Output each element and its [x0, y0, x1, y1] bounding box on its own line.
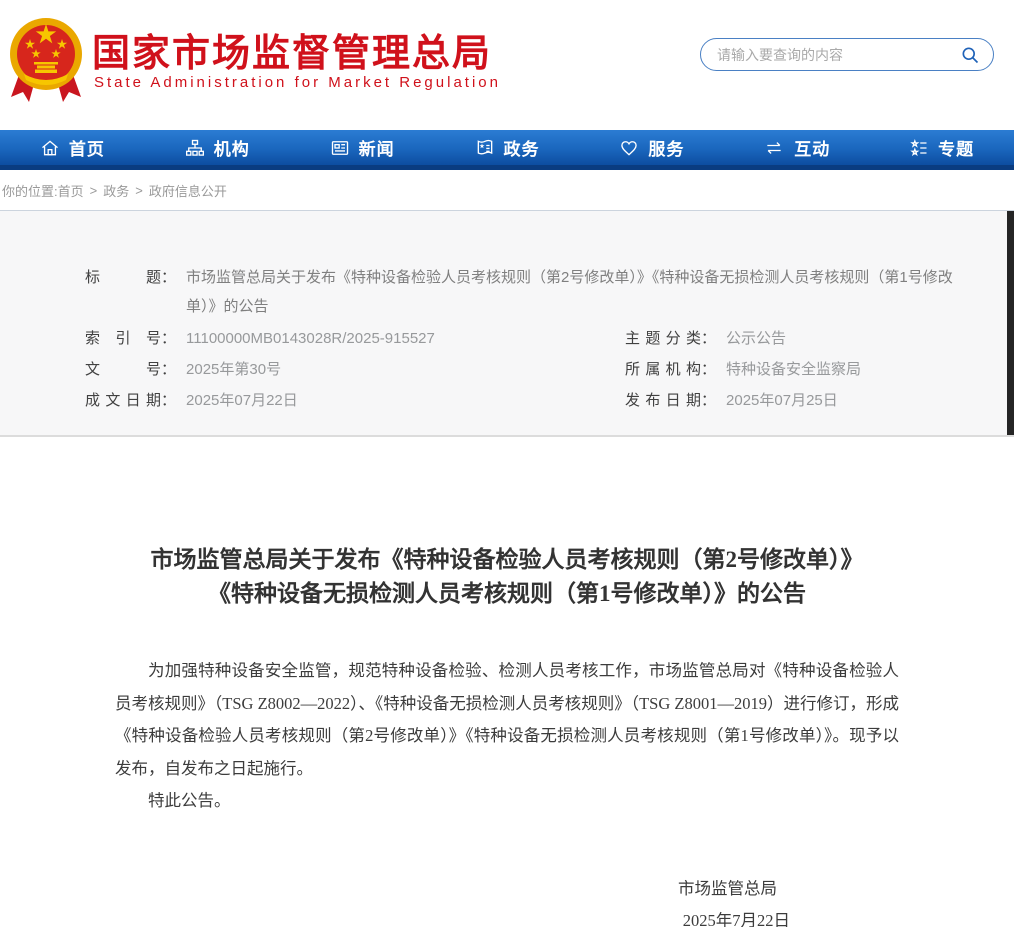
- meta-colon: ：: [161, 385, 176, 416]
- document-title-line1: 市场监管总局关于发布《特种设备检验人员考核规则（第2号修改单）》: [0, 543, 1014, 577]
- meta-label-doc-number: 文号: [85, 354, 161, 385]
- meta-row-3: 成文日期 ： 2025年07月22日 发布日期 ： 2025年07月25日: [85, 385, 954, 416]
- meta-colon: ：: [161, 323, 176, 354]
- nav-label: 新闻: [359, 135, 395, 160]
- nav-label: 服务: [648, 135, 684, 160]
- meta-value-title: 市场监管总局关于发布《特种设备检验人员考核规则（第2号修改单）》《特种设备无损检…: [186, 263, 954, 321]
- site-title-english: State Administration for Market Regulati…: [94, 74, 501, 91]
- search-button[interactable]: [959, 44, 981, 66]
- meta-colon: ：: [161, 263, 176, 321]
- org-icon: [185, 138, 205, 158]
- announcement-document: 市场监管总局关于发布《特种设备检验人员考核规则（第2号修改单）》 《特种设备无损…: [0, 437, 1014, 927]
- gov-icon: [475, 138, 495, 158]
- meta-value-written-date: 2025年07月22日: [186, 385, 298, 416]
- exchange-arrows-icon: [763, 138, 785, 158]
- meta-row-title: 标题 ： 市场监管总局关于发布《特种设备检验人员考核规则（第2号修改单）》《特种…: [85, 263, 954, 321]
- home-icon: [40, 138, 60, 158]
- meta-colon: ：: [161, 354, 176, 385]
- meta-value-topic-category: 公示公告: [726, 323, 786, 354]
- nav-item-interact[interactable]: 互动: [724, 130, 869, 165]
- signature-block: 市场监管总局 2025年7月22日: [0, 873, 1014, 927]
- page: 国家市场监督管理总局 State Administration for Mark…: [0, 0, 1014, 927]
- document-paragraph-1: 为加强特种设备安全监管，规范特种设备检验、检测人员考核工作，市场监管总局对《特种…: [115, 655, 899, 785]
- search-icon: [960, 45, 980, 65]
- document-title-line2: 《特种设备无损检测人员考核规则（第1号修改单）》的公告: [0, 577, 1014, 611]
- national-emblem-icon: [8, 12, 84, 106]
- breadcrumb-separator: >: [90, 183, 98, 198]
- meta-row-2: 文号 ： 2025年第30号 所属机构 ： 特种设备安全监察局: [85, 354, 954, 385]
- nav-item-gov[interactable]: 政务: [435, 130, 580, 165]
- meta-value-index-number: 11100000MB0143028R/2025-915527: [186, 323, 435, 354]
- meta-label-title: 标题: [85, 263, 161, 321]
- nav-label: 互动: [794, 135, 830, 160]
- news-icon: [330, 138, 350, 158]
- meta-label-issuing-agency: 所属机构: [625, 354, 701, 385]
- nav-item-service[interactable]: 服务: [579, 130, 724, 165]
- search-box: [700, 38, 994, 71]
- search-input[interactable]: [717, 47, 959, 63]
- heart-icon: [619, 138, 639, 158]
- meta-colon: ：: [701, 354, 716, 385]
- nav-item-news[interactable]: 新闻: [290, 130, 435, 165]
- breadcrumb-gov[interactable]: 政务: [103, 181, 129, 200]
- nav-item-home[interactable]: 首页: [0, 130, 145, 165]
- breadcrumb-home[interactable]: 首页: [58, 181, 84, 200]
- meta-label-index-number: 索引号: [85, 323, 161, 354]
- signature-date: 2025年7月22日: [683, 911, 790, 927]
- meta-value-publish-date: 2025年07月25日: [726, 385, 838, 416]
- document-meta-panel: 标题 ： 市场监管总局关于发布《特种设备检验人员考核规则（第2号修改单）》《特种…: [0, 211, 1014, 437]
- nav-label: 专题: [938, 135, 974, 160]
- nav-label: 政务: [504, 135, 540, 160]
- document-body: 为加强特种设备安全监管，规范特种设备检验、检测人员考核工作，市场监管总局对《特种…: [115, 655, 899, 818]
- meta-value-doc-number: 2025年第30号: [186, 354, 281, 385]
- nav-item-org[interactable]: 机构: [145, 130, 290, 165]
- meta-row-1: 索引号 ： 11100000MB0143028R/2025-915527 主题分…: [85, 323, 954, 354]
- meta-label-topic-category: 主题分类: [625, 323, 701, 354]
- meta-colon: ：: [701, 385, 716, 416]
- site-header: 国家市场监督管理总局 State Administration for Mark…: [0, 0, 1014, 130]
- nav-item-topics[interactable]: 专题: [869, 130, 1014, 165]
- site-title: 国家市场监督管理总局: [92, 22, 492, 77]
- main-navigation: 首页 机构 新闻 政务 服务: [0, 130, 1014, 170]
- breadcrumb-prefix: 你的位置:: [2, 181, 58, 200]
- nav-label: 机构: [214, 135, 250, 160]
- star-list-icon: [909, 138, 929, 158]
- national-emblem-logo[interactable]: [8, 12, 84, 106]
- document-title: 市场监管总局关于发布《特种设备检验人员考核规则（第2号修改单）》 《特种设备无损…: [0, 543, 1014, 611]
- meta-colon: ：: [701, 323, 716, 354]
- breadcrumb-info-disclosure[interactable]: 政府信息公开: [149, 181, 227, 200]
- right-dark-strip: [1007, 211, 1014, 435]
- meta-label-publish-date: 发布日期: [625, 385, 701, 416]
- breadcrumb-separator: >: [135, 183, 143, 198]
- nav-label: 首页: [69, 135, 105, 160]
- signature-agency: 市场监管总局: [0, 873, 777, 905]
- document-paragraph-2: 特此公告。: [115, 785, 899, 818]
- meta-label-written-date: 成文日期: [85, 385, 161, 416]
- meta-value-issuing-agency: 特种设备安全监察局: [726, 354, 861, 385]
- breadcrumb: 你的位置:首页 > 政务 > 政府信息公开: [0, 170, 1014, 211]
